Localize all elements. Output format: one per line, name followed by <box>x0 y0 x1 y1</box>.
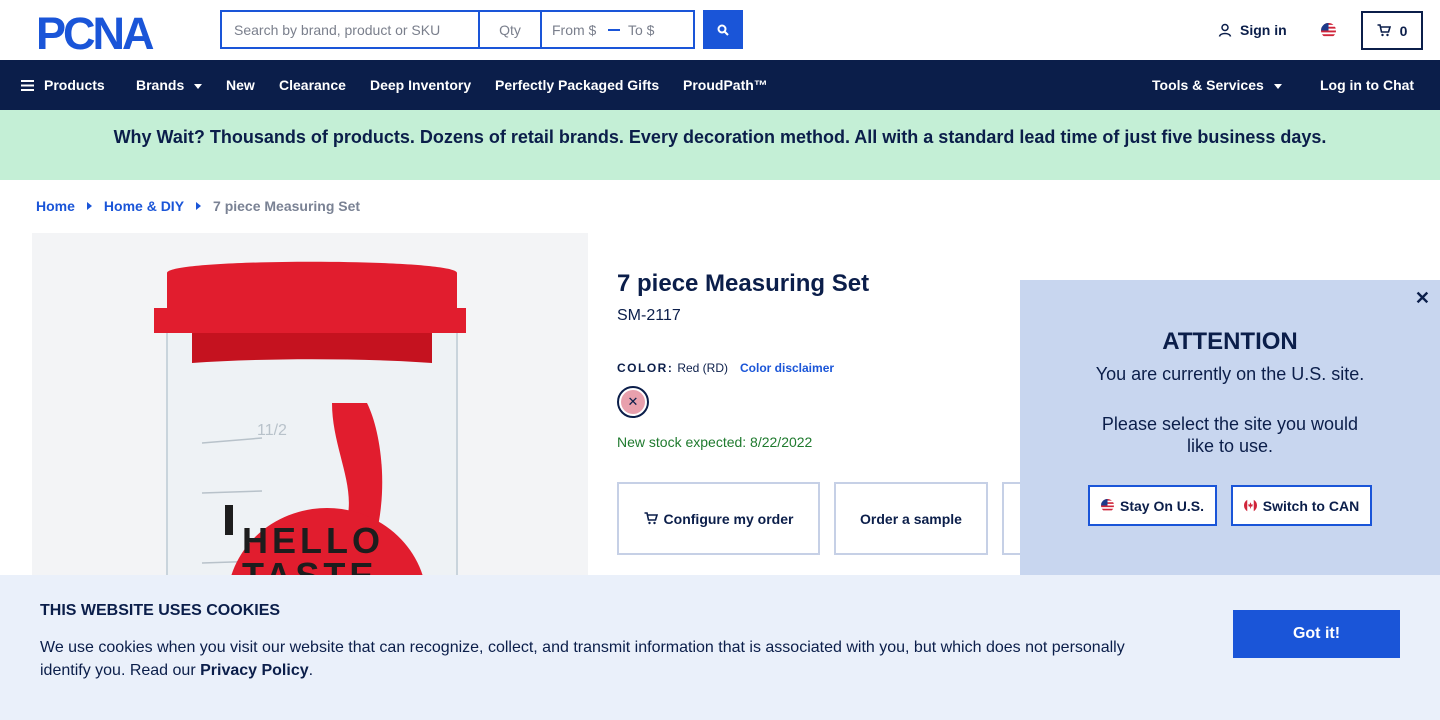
us-flag-icon[interactable] <box>1321 23 1336 38</box>
canada-flag-icon <box>1243 499 1257 512</box>
sign-in-link[interactable]: Sign in <box>1218 22 1287 38</box>
nav-gifts[interactable]: Perfectly Packaged Gifts <box>495 60 659 110</box>
chevron-right-icon <box>86 202 92 210</box>
nav-proudpath-label: ProudPath™ <box>683 77 768 93</box>
product-sku: SM-2117 <box>617 307 681 324</box>
unavailable-x-icon: ✕ <box>621 390 645 414</box>
search-icon <box>717 24 729 36</box>
nav-products-label: Products <box>44 77 105 93</box>
stock-status: New stock expected: 8/22/2022 <box>617 434 813 450</box>
breadcrumb-current: 7 piece Measuring Set <box>213 198 361 214</box>
chevron-right-icon <box>196 202 202 210</box>
breadcrumb: Home Home & DIY 7 piece Measuring Set <box>36 198 360 214</box>
color-swatch-red[interactable]: ✕ <box>617 386 649 418</box>
configure-order-button[interactable]: Configure my order <box>617 482 820 555</box>
nav-products[interactable]: Products <box>21 60 105 110</box>
nav-deep-inventory-label: Deep Inventory <box>370 77 472 93</box>
nav-chat-label: Log in to Chat <box>1320 77 1415 93</box>
switch-can-button[interactable]: Switch to CAN <box>1231 485 1372 526</box>
cookie-end: . <box>308 662 314 679</box>
nav-gifts-label: Perfectly Packaged Gifts <box>495 77 660 93</box>
nav-new-label: New <box>226 77 255 93</box>
breadcrumb-home[interactable]: Home <box>36 198 75 214</box>
us-flag-icon <box>1100 499 1114 512</box>
order-sample-label: Order a sample <box>860 510 962 527</box>
configure-order-label: Configure my order <box>663 510 794 527</box>
switch-can-label: Switch to CAN <box>1262 497 1360 514</box>
search-bar: From $ To $ <box>220 10 695 49</box>
cookie-title: THIS WEBSITE USES COOKIES <box>40 602 281 619</box>
attention-prompt: Please select the site you would like to… <box>1101 414 1359 456</box>
qty-input[interactable] <box>478 10 540 49</box>
main-nav: Products Brands New Clearance Deep Inven… <box>0 60 1440 110</box>
search-input[interactable] <box>220 10 478 49</box>
stay-us-label: Stay On U.S. <box>1119 497 1205 514</box>
color-row: COLOR: Red (RD) Color disclaimer <box>617 361 834 375</box>
price-to[interactable]: To $ <box>628 22 654 38</box>
cart-icon <box>644 512 658 525</box>
promo-banner: Why Wait? Thousands of products. Dozens … <box>0 110 1440 180</box>
stay-us-button[interactable]: Stay On U.S. <box>1088 485 1217 526</box>
color-value: Red (RD) <box>677 361 728 375</box>
attention-title: ATTENTION <box>1162 328 1298 355</box>
price-range[interactable]: From $ To $ <box>540 10 695 49</box>
svg-text:PCNA: PCNA <box>36 12 154 52</box>
nav-tools-label: Tools & Services <box>1152 77 1264 93</box>
chevron-down-icon <box>194 83 203 89</box>
product-title: 7 piece Measuring Set <box>617 270 870 297</box>
order-sample-button[interactable]: Order a sample <box>834 482 988 555</box>
color-label: COLOR: <box>617 361 674 375</box>
nav-tools[interactable]: Tools & Services <box>1152 60 1282 110</box>
close-icon[interactable]: ✕ <box>1415 288 1430 309</box>
attention-message: You are currently on the U.S. site. <box>1095 364 1365 384</box>
nav-chat[interactable]: Log in to Chat <box>1320 60 1414 110</box>
nav-deep-inventory[interactable]: Deep Inventory <box>370 60 471 110</box>
price-from[interactable]: From $ <box>552 22 600 38</box>
nav-brands-label: Brands <box>136 77 185 93</box>
cookie-text: We use cookies when you visit our websit… <box>40 636 1150 682</box>
site-selection-popup: ✕ ATTENTION You are currently on the U.S… <box>1020 280 1440 575</box>
sign-in-label: Sign in <box>1240 22 1287 38</box>
color-disclaimer-link[interactable]: Color disclaimer <box>740 361 834 375</box>
user-icon <box>1218 23 1232 37</box>
promo-text: Why Wait? Thousands of products. Dozens … <box>113 127 1327 147</box>
got-it-button[interactable]: Got it! <box>1233 610 1400 658</box>
price-dash <box>608 28 620 31</box>
breadcrumb-category[interactable]: Home & DIY <box>104 198 184 214</box>
cart-button[interactable]: 0 <box>1361 11 1423 50</box>
nav-brands[interactable]: Brands <box>136 60 203 110</box>
cart-count: 0 <box>1399 22 1408 39</box>
hamburger-icon <box>21 79 34 91</box>
nav-new[interactable]: New <box>226 60 255 110</box>
pcna-logo[interactable]: PCNA <box>36 12 186 52</box>
chevron-down-icon <box>1273 83 1282 89</box>
nav-clearance-label: Clearance <box>279 77 346 93</box>
privacy-policy-link[interactable]: Privacy Policy <box>200 662 309 679</box>
cookie-banner: THIS WEBSITE USES COOKIES We use cookies… <box>0 575 1440 720</box>
nav-proudpath[interactable]: ProudPath™ <box>683 60 768 110</box>
cart-icon <box>1377 24 1391 37</box>
top-bar: PCNA From $ To $ Sign in 0 <box>0 0 1440 60</box>
search-button[interactable] <box>703 10 743 49</box>
svg-text:11/2: 11/2 <box>257 422 287 439</box>
nav-clearance[interactable]: Clearance <box>279 60 346 110</box>
